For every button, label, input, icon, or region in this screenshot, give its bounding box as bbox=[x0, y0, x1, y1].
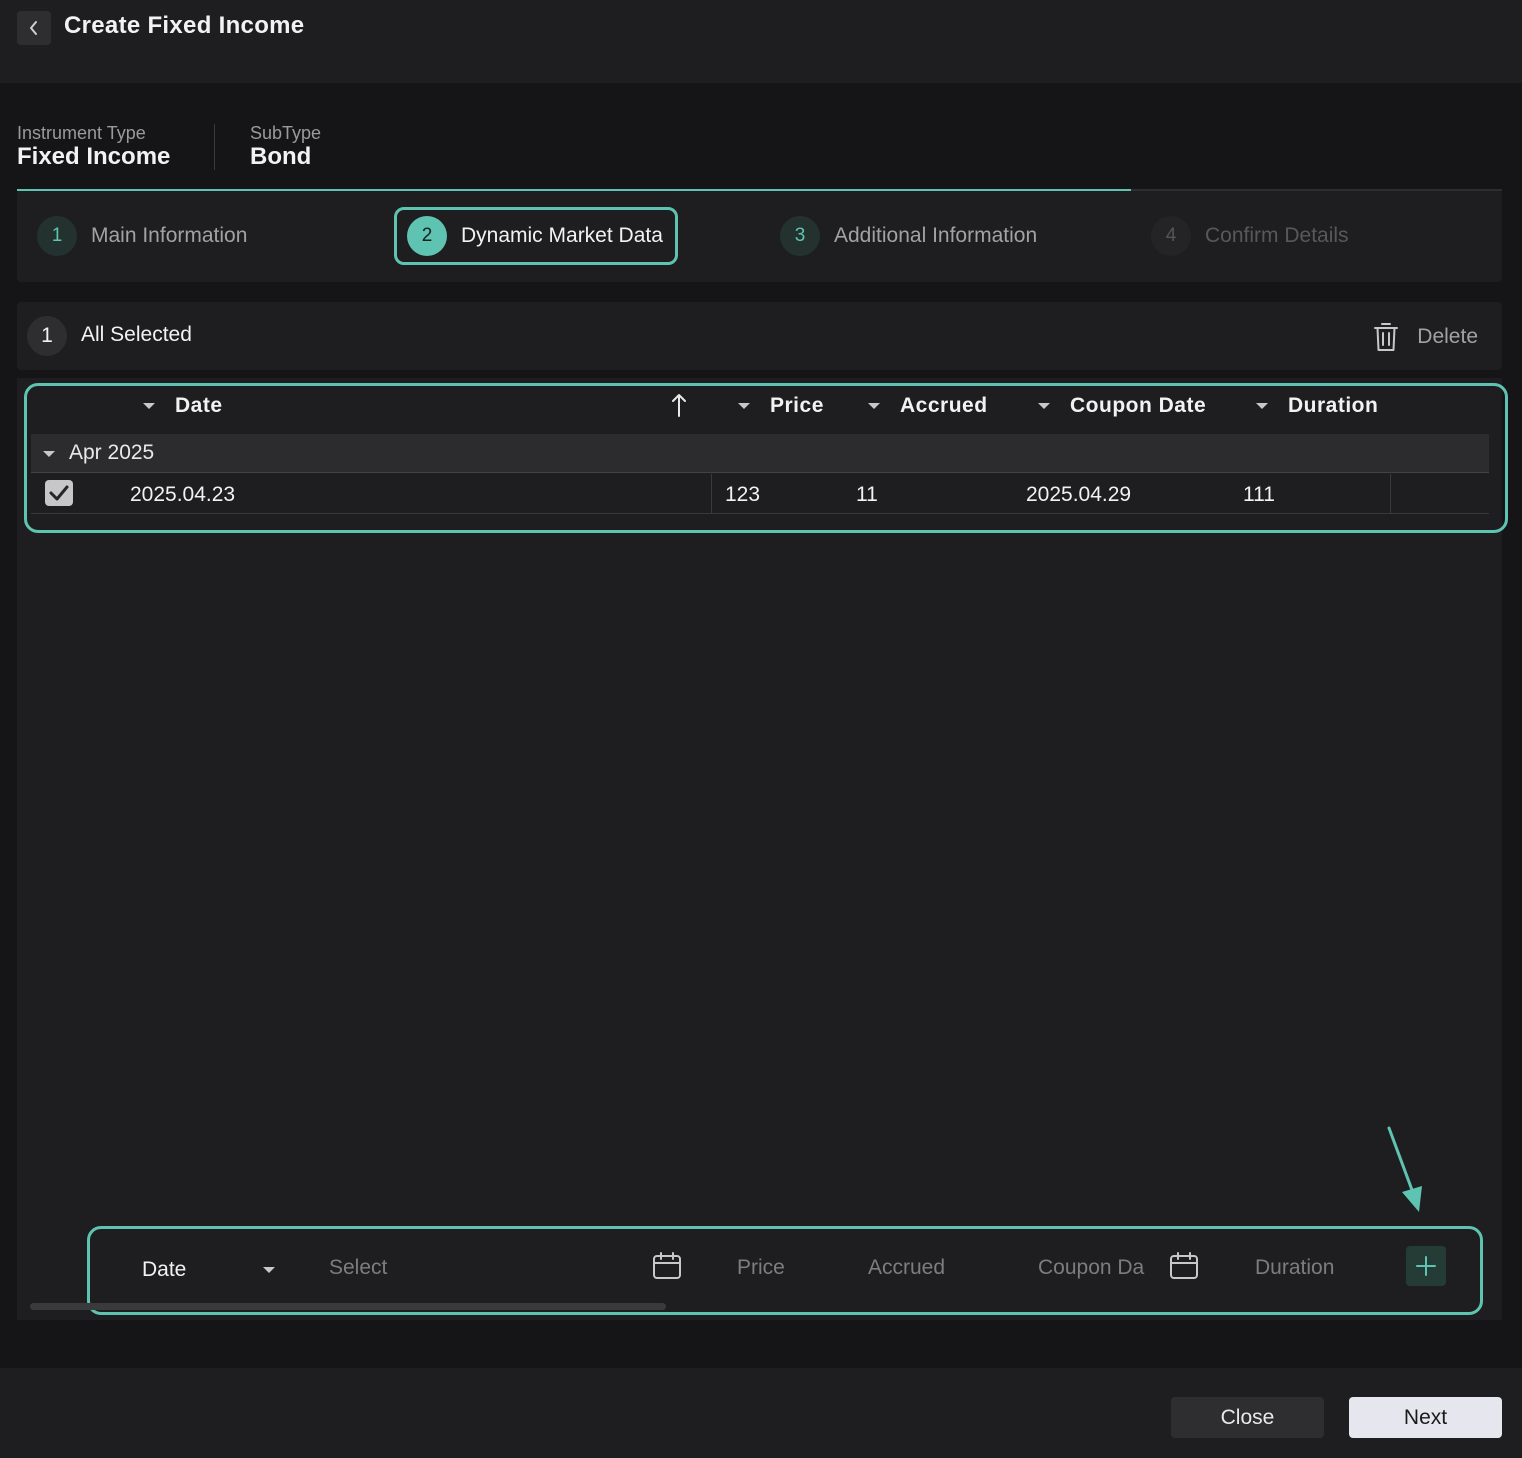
sort-ascending-icon[interactable] bbox=[670, 392, 688, 418]
add-row-button[interactable] bbox=[1406, 1246, 1446, 1286]
grid-header: Date Price Accrued Coupon Date Duration bbox=[17, 378, 1502, 433]
close-button[interactable]: Close bbox=[1171, 1397, 1324, 1438]
delete-button[interactable]: Delete bbox=[1373, 320, 1478, 354]
step-dynamic-market-data[interactable]: 2 Dynamic Market Data bbox=[394, 207, 678, 265]
column-header-label: Duration bbox=[1288, 394, 1379, 417]
subtype-value: Bond bbox=[250, 143, 312, 170]
column-header-coupon-date[interactable]: Coupon Date bbox=[1038, 394, 1206, 418]
caret-down-icon bbox=[1256, 403, 1268, 409]
step-confirm-details: 4 Confirm Details bbox=[1151, 215, 1349, 257]
caret-down-icon[interactable] bbox=[43, 451, 55, 457]
caret-down-icon[interactable] bbox=[263, 1267, 275, 1273]
cell-coupon-date: 2025.04.29 bbox=[1026, 483, 1132, 506]
step-number: 2 bbox=[407, 216, 447, 256]
cell-date: 2025.04.23 bbox=[130, 483, 236, 506]
step-number: 1 bbox=[37, 216, 77, 256]
step-number: 3 bbox=[780, 216, 820, 256]
cell-price: 123 bbox=[725, 483, 761, 506]
column-separator bbox=[1390, 474, 1391, 514]
accrued-input[interactable]: Accrued bbox=[868, 1256, 945, 1280]
step-label: Additional Information bbox=[834, 224, 1038, 247]
chevron-left-icon bbox=[30, 21, 37, 35]
date-input[interactable]: Select bbox=[329, 1256, 387, 1280]
step-label: Dynamic Market Data bbox=[461, 224, 663, 247]
column-header-duration[interactable]: Duration bbox=[1256, 394, 1378, 418]
column-header-label: Price bbox=[770, 394, 824, 417]
meta-divider bbox=[214, 124, 215, 170]
group-row[interactable]: Apr 2025 bbox=[31, 434, 1489, 473]
stepper-progress-bar bbox=[17, 189, 1131, 191]
group-label: Apr 2025 bbox=[69, 441, 155, 464]
cell-duration: 111 bbox=[1243, 483, 1275, 506]
instrument-type-block: Instrument Type Fixed Income bbox=[17, 122, 170, 170]
column-separator bbox=[711, 474, 712, 514]
selected-count-badge: 1 bbox=[27, 316, 67, 356]
wizard-stepper: 1 Main Information 2 Dynamic Market Data… bbox=[17, 189, 1502, 282]
price-input[interactable]: Price bbox=[737, 1256, 785, 1280]
caret-down-icon bbox=[738, 403, 750, 409]
caret-down-icon bbox=[143, 403, 155, 409]
duration-input[interactable]: Duration bbox=[1255, 1256, 1334, 1280]
page-title: Create Fixed Income bbox=[64, 12, 305, 39]
column-header-date[interactable]: Date bbox=[143, 394, 223, 418]
annotation-arrow-icon bbox=[1387, 1126, 1422, 1212]
delete-label: Delete bbox=[1417, 325, 1478, 348]
calendar-icon[interactable] bbox=[652, 1251, 682, 1281]
date-type-select[interactable]: Date bbox=[142, 1258, 186, 1282]
back-button[interactable] bbox=[17, 11, 51, 45]
column-header-accrued[interactable]: Accrued bbox=[868, 394, 988, 418]
column-header-label: Accrued bbox=[900, 394, 988, 417]
footer-bar: Close Next bbox=[0, 1368, 1522, 1458]
step-number: 4 bbox=[1151, 216, 1191, 256]
calendar-icon[interactable] bbox=[1169, 1251, 1199, 1281]
subtype-block: SubType Bond bbox=[250, 122, 321, 170]
instrument-type-label: Instrument Type bbox=[17, 123, 146, 143]
step-label: Confirm Details bbox=[1205, 224, 1349, 247]
caret-down-icon bbox=[1038, 403, 1050, 409]
column-header-label: Date bbox=[175, 394, 223, 417]
subtype-label: SubType bbox=[250, 123, 322, 143]
column-header-price[interactable]: Price bbox=[738, 394, 824, 418]
checkmark-icon bbox=[49, 485, 69, 501]
selection-label: All Selected bbox=[81, 323, 192, 346]
next-button[interactable]: Next bbox=[1349, 1397, 1502, 1438]
step-main-information[interactable]: 1 Main Information bbox=[37, 215, 247, 257]
row-checkbox[interactable] bbox=[45, 480, 73, 506]
cell-accrued: 11 bbox=[856, 483, 878, 506]
top-bar: Create Fixed Income bbox=[0, 0, 1522, 83]
add-entry-row: Date Select Price Accrued Coupon Da Dura… bbox=[87, 1226, 1483, 1315]
coupon-date-input[interactable]: Coupon Da bbox=[1038, 1256, 1150, 1280]
step-additional-information[interactable]: 3 Additional Information bbox=[780, 215, 1037, 257]
column-header-label: Coupon Date bbox=[1070, 394, 1207, 417]
horizontal-scrollbar[interactable] bbox=[30, 1303, 666, 1310]
trash-icon bbox=[1374, 323, 1399, 351]
table-row[interactable]: 2025.04.23 123 11 2025.04.29 111 bbox=[31, 474, 1489, 514]
market-data-grid: Date Price Accrued Coupon Date Duration … bbox=[17, 378, 1502, 1320]
stepper-track bbox=[1131, 189, 1502, 191]
plus-icon bbox=[1416, 1256, 1436, 1276]
step-label: Main Information bbox=[91, 224, 248, 247]
caret-down-icon bbox=[868, 403, 880, 409]
instrument-type-value: Fixed Income bbox=[17, 143, 171, 170]
selection-bar: 1 All Selected Delete bbox=[17, 302, 1502, 370]
